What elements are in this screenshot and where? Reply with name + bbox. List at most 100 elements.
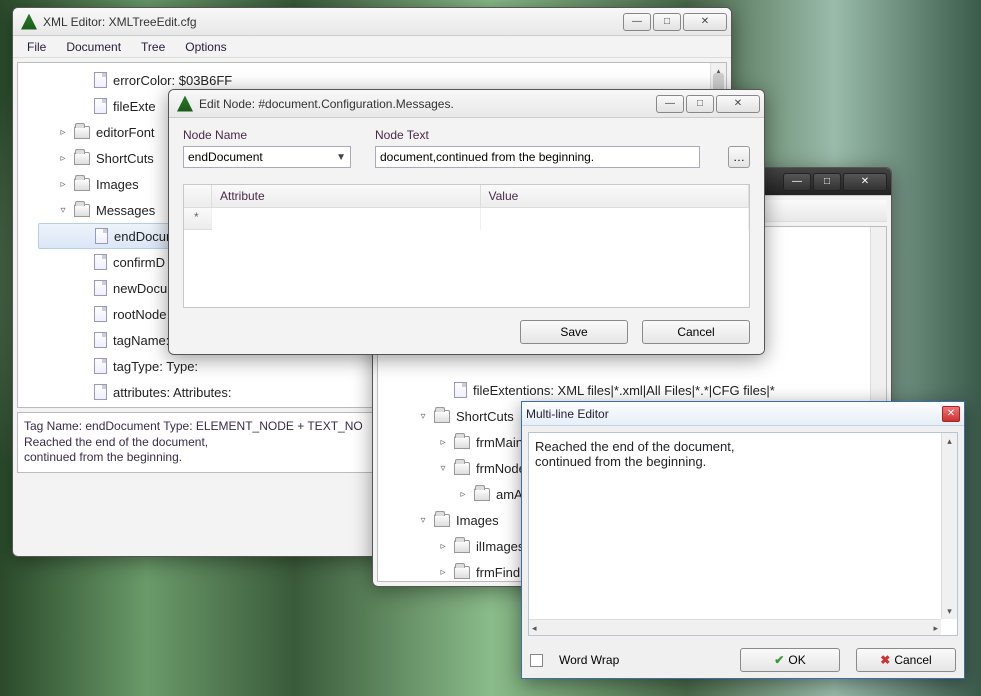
- close-button[interactable]: ✕: [843, 173, 887, 191]
- minimize-button[interactable]: —: [656, 95, 684, 113]
- attr-cell[interactable]: [212, 208, 481, 230]
- save-button[interactable]: Save: [520, 320, 628, 344]
- edit-form: Node Name Node Text endDocument ▼ docume…: [169, 118, 764, 354]
- close-button[interactable]: ✕: [716, 95, 760, 113]
- cancel-button[interactable]: Cancel: [642, 320, 750, 344]
- multiline-editor-dialog: Multi-line Editor ✕ Reached the end of t…: [521, 401, 965, 679]
- check-icon: ✔: [774, 653, 784, 667]
- expander-icon[interactable]: ▿: [418, 515, 428, 526]
- scroll-down-icon[interactable]: ▾: [942, 603, 957, 619]
- menu-options[interactable]: Options: [177, 38, 234, 56]
- file-icon: [94, 280, 107, 296]
- tree-label: fileExte: [113, 99, 156, 114]
- edit-window-buttons: — □ ✕: [654, 95, 760, 113]
- expander-icon[interactable]: ▹: [58, 127, 68, 138]
- close-button[interactable]: ✕: [683, 13, 727, 31]
- folder-icon: [454, 462, 470, 475]
- maximize-button[interactable]: □: [686, 95, 714, 113]
- app-icon: [21, 14, 37, 30]
- tree-label: frmMain: [476, 435, 523, 450]
- scroll-up-icon[interactable]: ▴: [942, 433, 957, 449]
- mle-line-2: continued from the beginning.: [535, 454, 951, 469]
- app-icon: [177, 96, 193, 112]
- folder-icon: [434, 410, 450, 423]
- expander-icon[interactable]: ▹: [458, 489, 468, 500]
- node-text-label: Node Text: [375, 128, 429, 142]
- close-button[interactable]: ✕: [942, 406, 960, 422]
- mle-textarea[interactable]: Reached the end of the document, continu…: [528, 432, 958, 636]
- expander-icon[interactable]: ▹: [438, 567, 448, 578]
- minimize-button[interactable]: —: [623, 13, 651, 31]
- minimize-button[interactable]: —: [783, 173, 811, 191]
- mle-footer: Word Wrap ✔OK ✖Cancel: [522, 642, 964, 678]
- col-value[interactable]: Value: [481, 185, 750, 208]
- cancel-button[interactable]: ✖Cancel: [856, 648, 956, 672]
- edit-titlebar[interactable]: Edit Node: #document.Configuration.Messa…: [169, 90, 764, 118]
- ok-button[interactable]: ✔OK: [740, 648, 840, 672]
- scroll-left-icon[interactable]: ◂: [532, 623, 537, 634]
- expander-icon[interactable]: ▹: [438, 541, 448, 552]
- file-icon: [94, 72, 107, 88]
- file-icon: [94, 358, 107, 374]
- mle-title: Multi-line Editor: [526, 407, 609, 421]
- tree-label: ShortCuts: [96, 151, 154, 166]
- tree-label: attributes: Attributes:: [113, 385, 232, 400]
- node-name-label: Node Name: [183, 128, 351, 142]
- menu-file[interactable]: File: [19, 38, 54, 56]
- wordwrap-label: Word Wrap: [559, 653, 724, 667]
- folder-icon: [474, 488, 490, 501]
- expander-icon[interactable]: ▿: [418, 411, 428, 422]
- tree-label: fileExtentions: XML files|*.xml|All File…: [473, 383, 775, 398]
- main-menubar: File Document Tree Options: [13, 36, 731, 58]
- main-window-buttons: — □ ✕: [621, 13, 727, 31]
- chevron-down-icon[interactable]: ▼: [336, 152, 346, 163]
- maximize-button[interactable]: □: [813, 173, 841, 191]
- tree-label: Messages: [96, 203, 155, 218]
- wordwrap-checkbox[interactable]: [530, 654, 543, 667]
- file-icon: [94, 306, 107, 322]
- expander-icon[interactable]: ▿: [438, 463, 448, 474]
- scroll-right-icon[interactable]: ▸: [933, 623, 938, 634]
- folder-icon: [454, 540, 470, 553]
- menu-document[interactable]: Document: [58, 38, 129, 56]
- mle-scrollbar-v[interactable]: ▴ ▾: [941, 433, 957, 619]
- secondary-window-buttons: — □ ✕: [781, 173, 887, 191]
- expander-icon[interactable]: ▹: [438, 437, 448, 448]
- tree-label: frmFind: [476, 565, 520, 580]
- folder-icon: [434, 514, 450, 527]
- expander-icon[interactable]: ▿: [58, 205, 68, 216]
- folder-icon: [454, 566, 470, 579]
- folder-icon: [454, 436, 470, 449]
- value-cell[interactable]: [481, 208, 750, 230]
- file-icon: [94, 384, 107, 400]
- tree-label: Images: [456, 513, 499, 528]
- mle-titlebar[interactable]: Multi-line Editor ✕: [522, 402, 964, 426]
- folder-icon: [74, 178, 90, 191]
- expander-icon[interactable]: ▹: [58, 179, 68, 190]
- col-attribute[interactable]: Attribute: [212, 185, 481, 208]
- main-titlebar[interactable]: XML Editor: XMLTreeEdit.cfg — □ ✕: [13, 8, 731, 36]
- node-text-field[interactable]: document,continued from the beginning.: [375, 146, 700, 168]
- x-icon: ✖: [880, 653, 890, 667]
- file-icon: [94, 332, 107, 348]
- tree-label: rootNode: [113, 307, 166, 322]
- main-title: XML Editor: XMLTreeEdit.cfg: [43, 15, 621, 29]
- maximize-button[interactable]: □: [653, 13, 681, 31]
- tree-label: confirmD: [113, 255, 165, 270]
- file-icon: [94, 254, 107, 270]
- tree-row[interactable]: fileExtentions: XML files|*.xml|All File…: [398, 377, 886, 403]
- expander-icon[interactable]: ▹: [58, 153, 68, 164]
- ellipsis-button[interactable]: …: [728, 146, 750, 168]
- tree-label: frmNode: [476, 461, 526, 476]
- folder-icon: [74, 204, 90, 217]
- tree-label: ilImages: [476, 539, 524, 554]
- node-name-value: endDocument: [188, 150, 263, 164]
- grid-header: Attribute Value: [184, 185, 749, 208]
- mle-scrollbar-h[interactable]: ◂ ▸: [529, 619, 941, 635]
- tree-label: Images: [96, 177, 139, 192]
- menu-tree[interactable]: Tree: [133, 38, 173, 56]
- node-name-combo[interactable]: endDocument ▼: [183, 146, 351, 168]
- new-row-indicator: [184, 208, 212, 230]
- node-text-value: document,continued from the beginning.: [380, 150, 594, 164]
- grid-new-row[interactable]: [184, 208, 749, 230]
